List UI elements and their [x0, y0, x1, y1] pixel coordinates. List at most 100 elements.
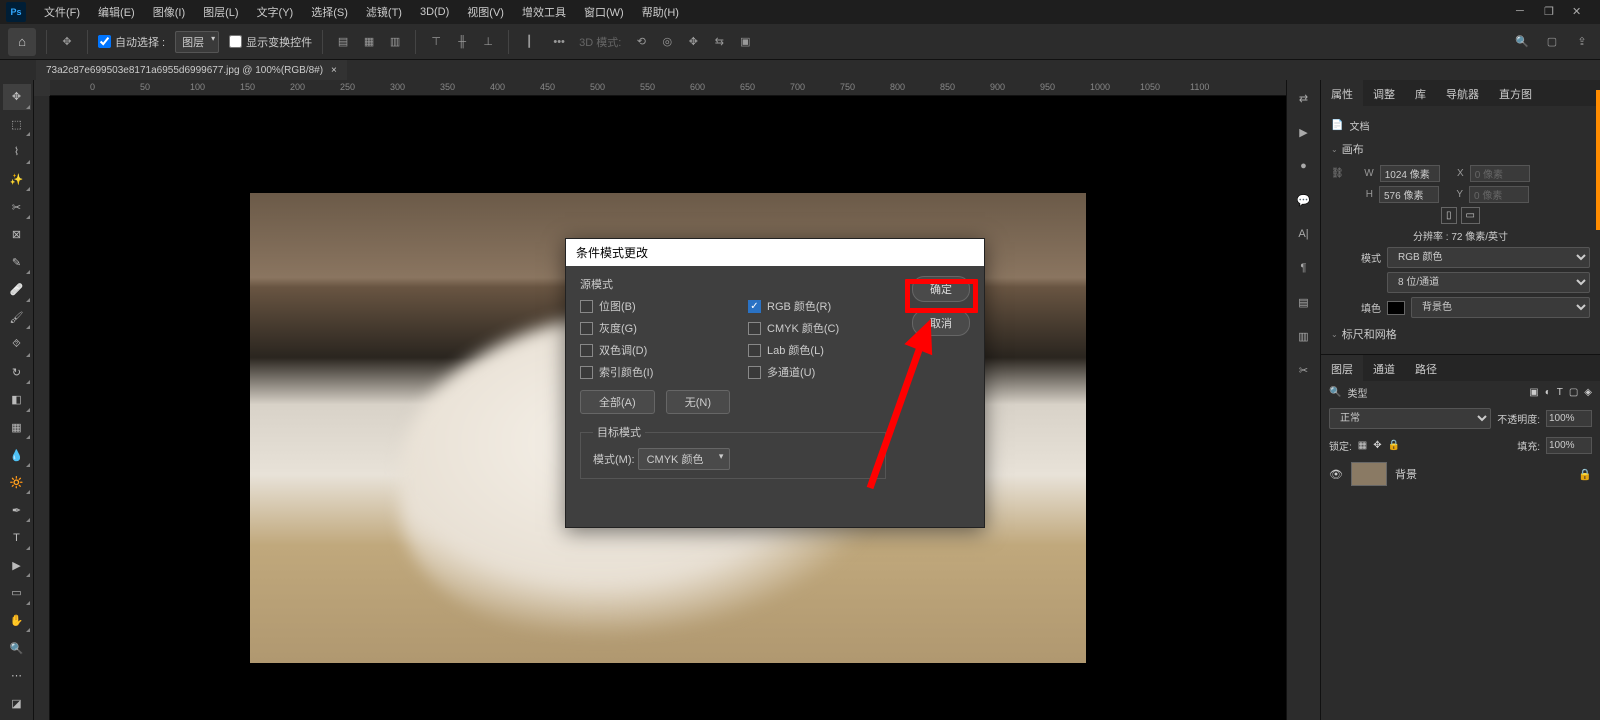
tab-layers[interactable]: 图层 — [1321, 355, 1363, 381]
stamp-tool[interactable]: ⯑ — [3, 332, 31, 358]
eyedropper-tool[interactable]: ✎ — [3, 249, 31, 275]
link-icon[interactable]: ⛓ — [1331, 168, 1344, 179]
menu-type[interactable]: 文字(Y) — [249, 0, 302, 24]
none-button[interactable]: 无(N) — [666, 390, 730, 414]
zoom-tool[interactable]: 🔍 — [3, 635, 31, 661]
menu-3d[interactable]: 3D(D) — [412, 2, 457, 22]
tab-close-icon[interactable]: × — [331, 65, 337, 76]
check-multichannel[interactable]: 多通道(U) — [748, 364, 886, 380]
fill-input[interactable] — [1546, 437, 1592, 454]
check-gray[interactable]: 灰度(G) — [580, 320, 718, 336]
tab-navigator[interactable]: 导航器 — [1436, 80, 1489, 106]
workspace-icon[interactable]: ▢ — [1542, 32, 1562, 52]
comments-icon[interactable]: 💬 — [1294, 190, 1314, 210]
history-brush-tool[interactable]: ↻ — [3, 360, 31, 386]
menu-view[interactable]: 视图(V) — [459, 0, 512, 24]
gradient-tool[interactable]: ▦ — [3, 415, 31, 441]
ruler-vertical[interactable] — [34, 96, 50, 720]
transform-controls-checkbox[interactable] — [229, 35, 242, 48]
filter-adj-icon[interactable]: ◐ — [1545, 387, 1551, 398]
layer-select-dropdown[interactable]: 图层 — [175, 31, 219, 53]
crop-tool[interactable]: ✂ — [3, 194, 31, 220]
menu-edit[interactable]: 编辑(E) — [90, 0, 143, 24]
layer-row-background[interactable]: 👁 背景 🔒 — [1321, 458, 1600, 490]
menu-select[interactable]: 选择(S) — [303, 0, 356, 24]
tab-histogram[interactable]: 直方图 — [1489, 80, 1542, 106]
opacity-input[interactable] — [1546, 410, 1592, 427]
menu-file[interactable]: 文件(F) — [36, 0, 88, 24]
canvas-section[interactable]: ⌄画布 — [1331, 137, 1590, 161]
color-swatches[interactable]: ◪ — [3, 690, 31, 716]
check-cmyk[interactable]: CMYK 颜色(C) — [748, 320, 886, 336]
search-icon[interactable]: 🔍 — [1512, 32, 1532, 52]
all-button[interactable]: 全部(A) — [580, 390, 655, 414]
visibility-icon[interactable]: 👁 — [1329, 468, 1343, 481]
tab-channels[interactable]: 通道 — [1363, 355, 1405, 381]
blend-mode-select[interactable]: 正常 — [1329, 408, 1491, 429]
hand-tool[interactable]: ✋ — [3, 608, 31, 634]
menu-filter[interactable]: 滤镜(T) — [358, 0, 410, 24]
filter-shape-icon[interactable]: ▢ — [1569, 387, 1578, 398]
mode-select[interactable]: RGB 颜色 — [1387, 247, 1590, 268]
path-select-tool[interactable]: ▶ — [3, 553, 31, 579]
color-icon[interactable]: ● — [1294, 156, 1314, 176]
align-bottom-icon[interactable]: ⊥ — [478, 32, 498, 52]
fill-select[interactable]: 背景色 — [1411, 297, 1590, 318]
document-tab[interactable]: 73a2c87e699503e8171a6955d6999677.jpg @ 1… — [36, 60, 347, 80]
check-duotone[interactable]: 双色调(D) — [580, 342, 718, 358]
menu-help[interactable]: 帮助(H) — [634, 0, 687, 24]
layer-name[interactable]: 背景 — [1395, 466, 1417, 482]
fill-swatch[interactable] — [1387, 301, 1405, 315]
edit-toolbar[interactable]: ⋯ — [3, 663, 31, 689]
check-lab[interactable]: Lab 颜色(L) — [748, 342, 886, 358]
tab-properties[interactable]: 属性 — [1321, 80, 1363, 106]
tab-paths[interactable]: 路径 — [1405, 355, 1447, 381]
portrait-icon[interactable]: ▯ — [1441, 207, 1457, 224]
blur-tool[interactable]: 💧 — [3, 442, 31, 468]
tab-libraries[interactable]: 库 — [1405, 80, 1436, 106]
align-center-h-icon[interactable]: ▦ — [359, 32, 379, 52]
pen-tool[interactable]: ✒ — [3, 497, 31, 523]
landscape-icon[interactable]: ▭ — [1461, 207, 1480, 224]
width-input[interactable] — [1380, 165, 1440, 182]
check-indexed[interactable]: 索引颜色(I) — [580, 364, 718, 380]
ok-button[interactable]: 确定 — [912, 276, 970, 302]
wand-tool[interactable]: ✨ — [3, 167, 31, 193]
ruler-horizontal[interactable]: 0 50 100 150 200 250 300 350 400 450 500… — [50, 80, 1286, 96]
close-icon[interactable]: ✕ — [1572, 5, 1586, 19]
dodge-tool[interactable]: 🔆 — [3, 470, 31, 496]
check-bitmap[interactable]: 位图(B) — [580, 298, 718, 314]
home-button[interactable]: ⌂ — [8, 28, 36, 56]
eraser-tool[interactable]: ◧ — [3, 387, 31, 413]
lock-pixels-icon[interactable]: ▦ — [1358, 440, 1367, 451]
menu-window[interactable]: 窗口(W) — [576, 0, 632, 24]
heal-tool[interactable]: 🩹 — [3, 277, 31, 303]
glyph-icon[interactable]: ▤ — [1294, 292, 1314, 312]
align-right-icon[interactable]: ▥ — [385, 32, 405, 52]
menu-image[interactable]: 图像(I) — [145, 0, 193, 24]
frame-tool[interactable]: ⊠ — [3, 222, 31, 248]
layer-thumbnail[interactable] — [1351, 462, 1387, 486]
learn-icon[interactable]: ⇄ — [1294, 88, 1314, 108]
lock-position-icon[interactable]: ✥ — [1373, 440, 1381, 451]
align-left-icon[interactable]: ▤ — [333, 32, 353, 52]
modify-icon[interactable]: ✂ — [1294, 360, 1314, 380]
align-top-icon[interactable]: ⊤ — [426, 32, 446, 52]
height-input[interactable] — [1379, 186, 1439, 203]
maximize-icon[interactable]: ❐ — [1544, 5, 1558, 19]
auto-select-checkbox[interactable] — [98, 35, 111, 48]
marquee-tool[interactable]: ⬚ — [3, 112, 31, 138]
menu-layer[interactable]: 图层(L) — [195, 0, 246, 24]
tab-adjustments[interactable]: 调整 — [1363, 80, 1405, 106]
ruler-grid-section[interactable]: ⌄标尺和网格 — [1331, 322, 1590, 346]
lock-icon[interactable]: 🔒 — [1578, 468, 1592, 481]
shape-tool[interactable]: ▭ — [3, 580, 31, 606]
brush-tool[interactable]: 🖌 — [3, 305, 31, 331]
target-mode-select[interactable]: CMYK 颜色 — [638, 448, 731, 470]
move-tool[interactable]: ✥ — [3, 84, 31, 110]
share-icon[interactable]: ⇪ — [1572, 32, 1592, 52]
lock-all-icon[interactable]: 🔒 — [1388, 440, 1400, 451]
menu-plugins[interactable]: 增效工具 — [514, 0, 574, 24]
para-icon[interactable]: ¶ — [1294, 258, 1314, 278]
lasso-tool[interactable]: ⌇ — [3, 139, 31, 165]
